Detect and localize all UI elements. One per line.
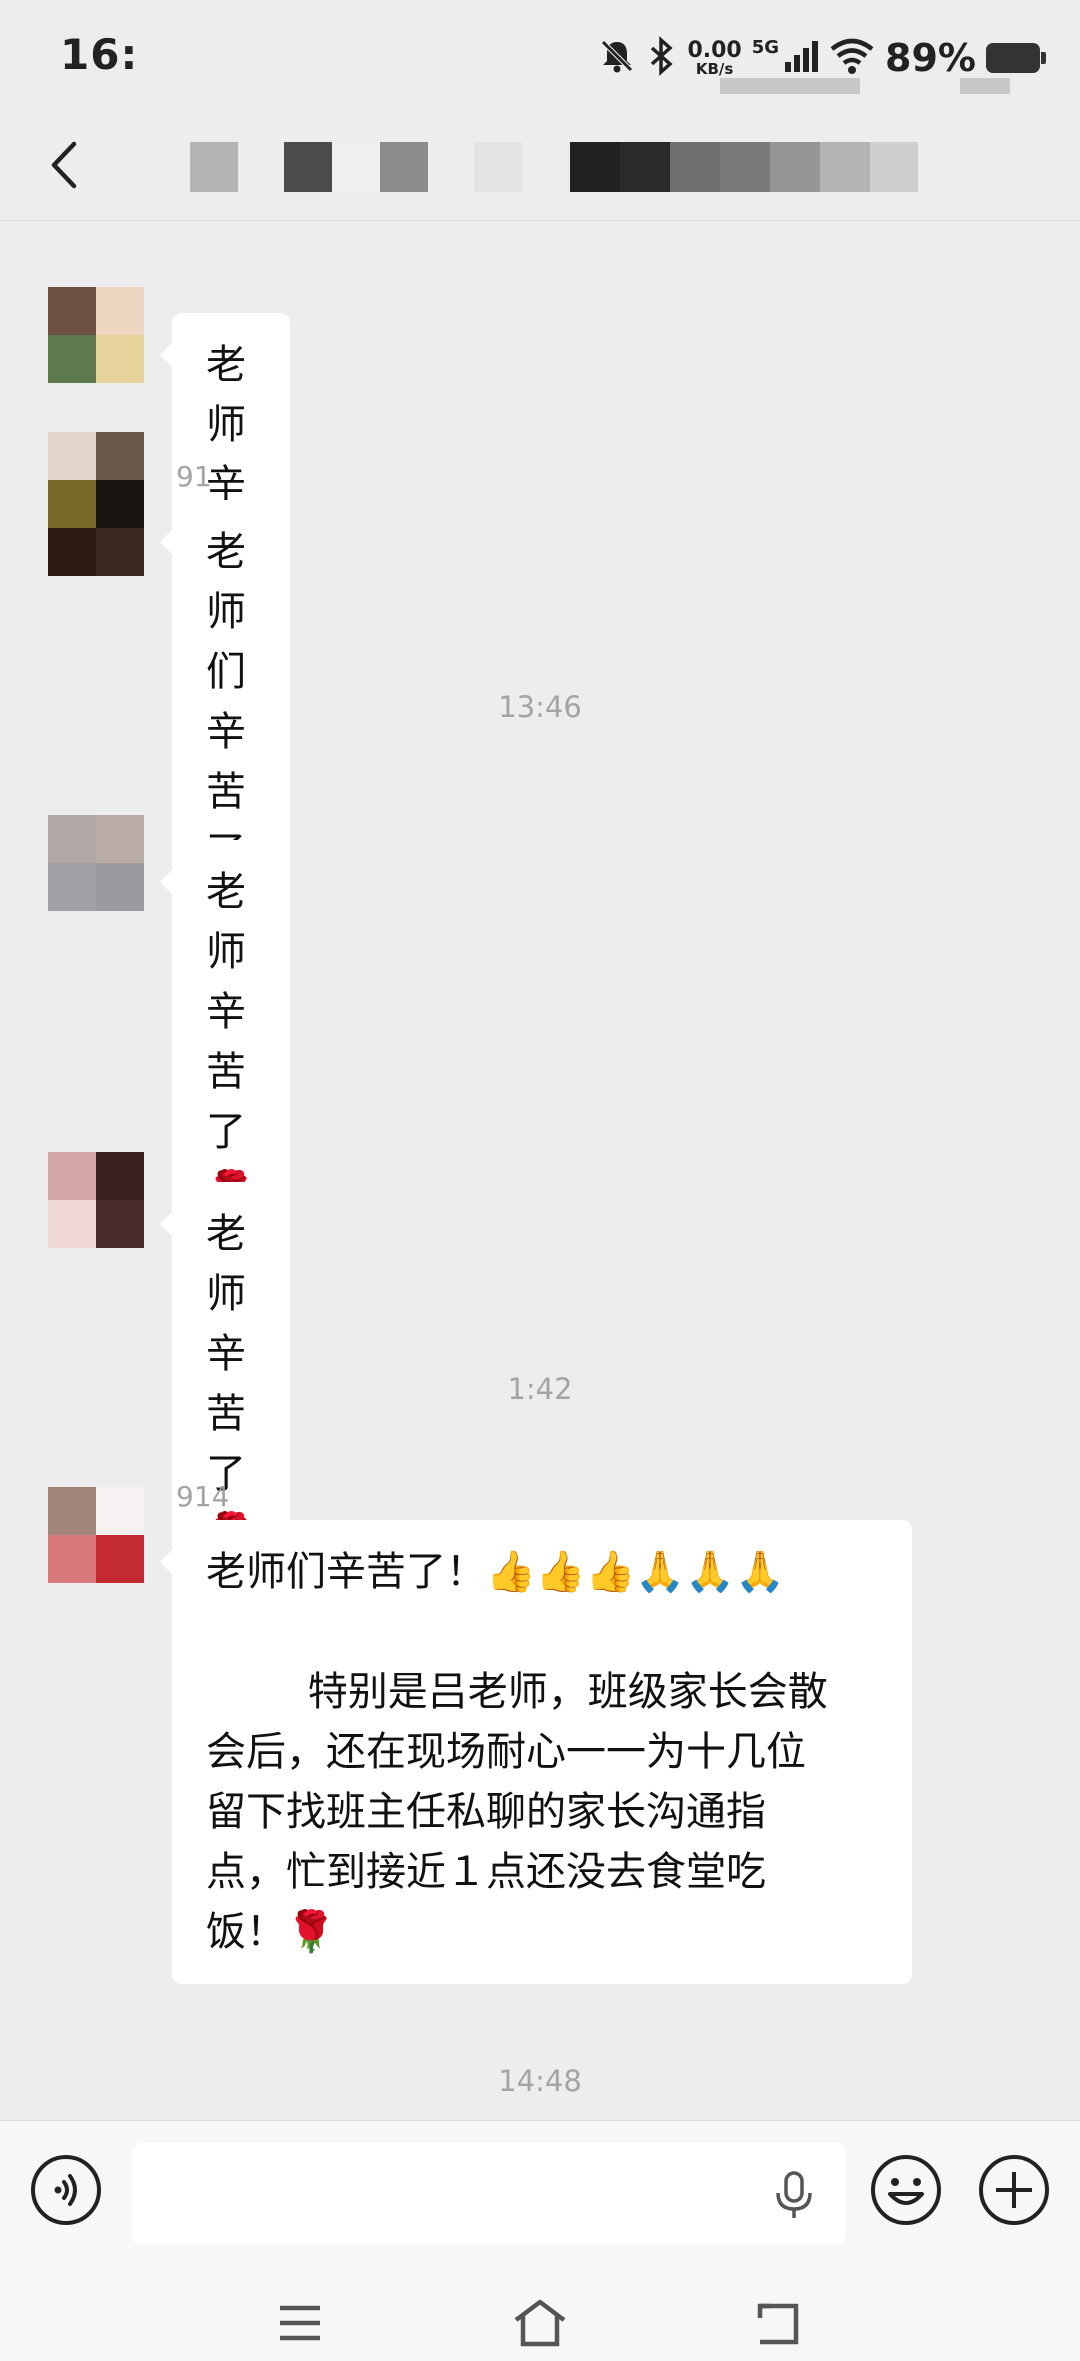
avatar-lower — [48, 480, 144, 576]
timestamp: 1:42 — [507, 1372, 573, 1406]
chevron-left-icon[interactable] — [40, 138, 90, 192]
sender-name: 91 — [176, 460, 212, 493]
avatar[interactable] — [48, 1152, 144, 1248]
back-icon[interactable] — [752, 2298, 804, 2348]
emoji-icon[interactable] — [870, 2154, 942, 2226]
timestamp: 14:48 — [498, 2064, 582, 2098]
wifi-icon — [829, 37, 875, 79]
redacted-bar — [960, 78, 1010, 94]
sender-name: 914 — [176, 1480, 230, 1513]
signal-icon — [783, 38, 819, 78]
avatar[interactable] — [48, 1487, 144, 1583]
status-bar: 16: 0.00 KB/s 5G 89% — [0, 0, 1080, 110]
microphone-icon[interactable] — [770, 2169, 818, 2221]
chat-title-redacted — [190, 142, 918, 192]
message-bubble[interactable]: 老师们辛苦了！👍👍👍🙏🙏🙏 特别是吕老师，班级家长会散 会后，还在现场耐心一一为… — [160, 1520, 912, 1984]
home-icon[interactable] — [512, 2298, 566, 2348]
menu-icon[interactable] — [274, 2298, 326, 2348]
net-speed: 0.00 KB/s — [687, 37, 742, 78]
status-time: 16: — [60, 30, 139, 79]
message-input[interactable] — [132, 2143, 846, 2245]
battery-icon — [986, 43, 1046, 73]
voice-input-icon[interactable] — [30, 2154, 102, 2226]
timestamp: 13:46 — [498, 690, 582, 724]
plus-icon[interactable] — [978, 2154, 1050, 2226]
bluetooth-icon — [647, 36, 677, 80]
input-bar — [0, 2120, 1080, 2251]
battery-percent: 89% — [885, 36, 976, 80]
avatar[interactable] — [48, 815, 144, 911]
chat-header — [0, 110, 1080, 221]
mute-bell-icon — [597, 36, 637, 80]
avatar[interactable] — [48, 287, 144, 383]
redacted-bar — [720, 78, 860, 94]
network-type: 5G — [751, 36, 780, 58]
system-nav-bar — [0, 2250, 1080, 2361]
